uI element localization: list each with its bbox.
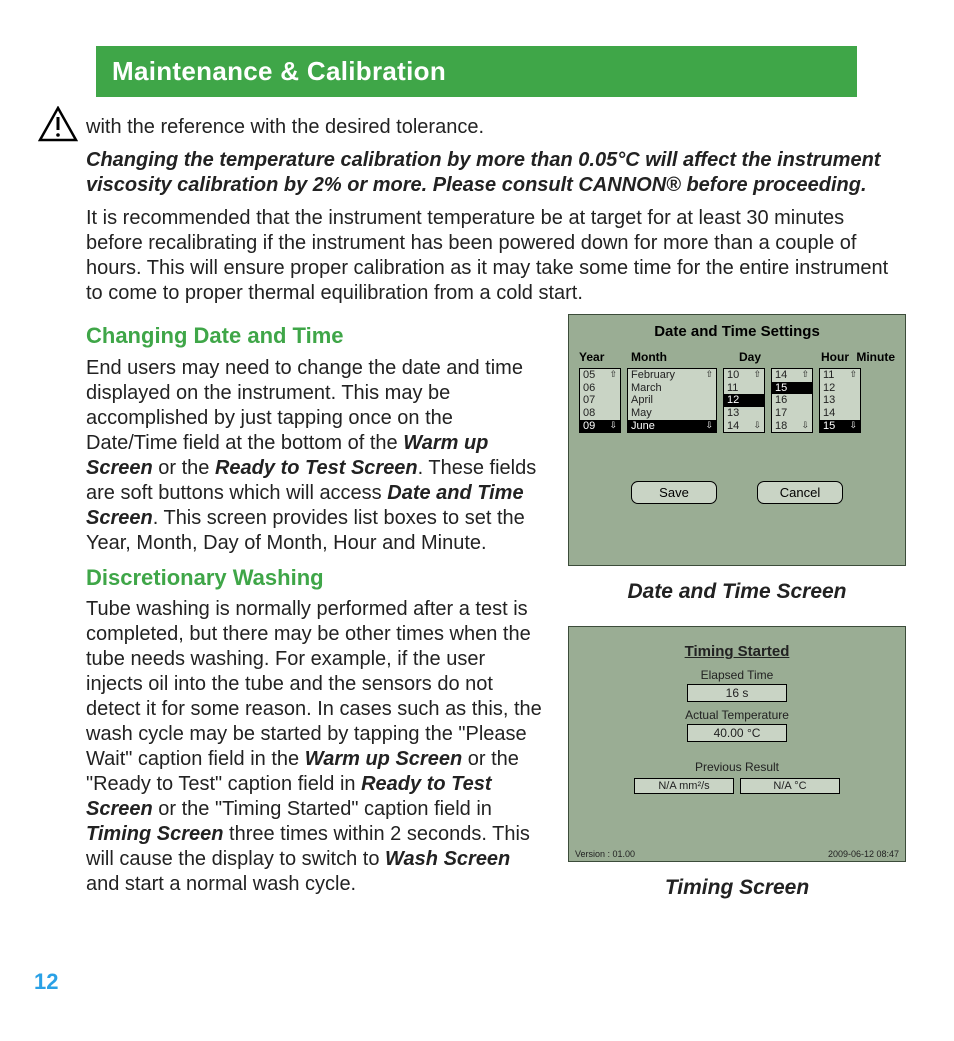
header-year: Year: [579, 350, 631, 364]
footer-datetime: 2009-06-12 08:47: [828, 849, 899, 859]
timing-caption: Timing Screen: [665, 876, 809, 900]
screen-ref: Wash Screen: [385, 848, 510, 870]
page-number: 12: [34, 969, 58, 995]
text: or the: [153, 457, 215, 479]
dt-title: Date and Time Settings: [579, 323, 895, 340]
text: or the "Timing Started" caption field in: [153, 798, 492, 820]
dt-caption: Date and Time Screen: [627, 580, 846, 604]
screen-ref: Timing Screen: [86, 823, 223, 845]
date-time-screen: Date and Time Settings Year Month Day Ho…: [568, 314, 906, 566]
prev-degc: N/A °C: [740, 778, 840, 794]
hour-listbox[interactable]: 14⇧15161718⇩: [771, 368, 813, 433]
month-listbox[interactable]: February⇧MarchAprilMayJune⇩: [627, 368, 717, 433]
year-listbox[interactable]: 05⇧06070809⇩: [579, 368, 621, 433]
previous-result-label: Previous Result: [579, 760, 895, 774]
text: . This screen provides list boxes to set…: [86, 507, 525, 554]
actual-temp-label: Actual Temperature: [579, 708, 895, 722]
text: Tube washing is normally performed after…: [86, 598, 542, 770]
discretionary-paragraph: Tube washing is normally performed after…: [86, 597, 542, 897]
page-title: Maintenance & Calibration: [112, 56, 841, 87]
day-listbox[interactable]: 10⇧11121314⇩: [723, 368, 765, 433]
version-text: Version : 01.00: [575, 849, 635, 859]
changing-paragraph: End users may need to change the date an…: [86, 356, 542, 556]
elapsed-value: 16 s: [687, 684, 787, 702]
header-month: Month: [631, 350, 739, 364]
hazard-icon: [38, 106, 78, 147]
cancel-button[interactable]: Cancel: [757, 481, 843, 504]
subheading-changing-date-time: Changing Date and Time: [86, 322, 542, 350]
screen-ref: Ready to Test Screen: [215, 457, 418, 479]
header-day: Day: [739, 350, 793, 364]
text: and start a normal wash cycle.: [86, 873, 356, 895]
recommendation-paragraph: It is recommended that the instrument te…: [86, 206, 906, 306]
screen-ref: Warm up Screen: [305, 748, 462, 770]
header-minute: Minute: [849, 350, 895, 364]
timing-screen: Timing Started Elapsed Time 16 s Actual …: [568, 626, 906, 862]
subheading-discretionary-washing: Discretionary Washing: [86, 564, 542, 592]
header-hour: Hour: [793, 350, 849, 364]
intro-line: with the reference with the desired tole…: [86, 115, 906, 140]
dt-column-headers: Year Month Day Hour Minute: [579, 350, 895, 364]
actual-temp-value: 40.00 °C: [687, 724, 787, 742]
warning-paragraph: Changing the temperature calibration by …: [86, 148, 906, 198]
save-button[interactable]: Save: [631, 481, 717, 504]
minute-listbox[interactable]: 11⇧12131415⇩: [819, 368, 861, 433]
elapsed-label: Elapsed Time: [579, 668, 895, 682]
prev-mm2s: N/A mm²/s: [634, 778, 734, 794]
timing-title: Timing Started: [579, 643, 895, 660]
section-header: Maintenance & Calibration: [96, 46, 857, 97]
